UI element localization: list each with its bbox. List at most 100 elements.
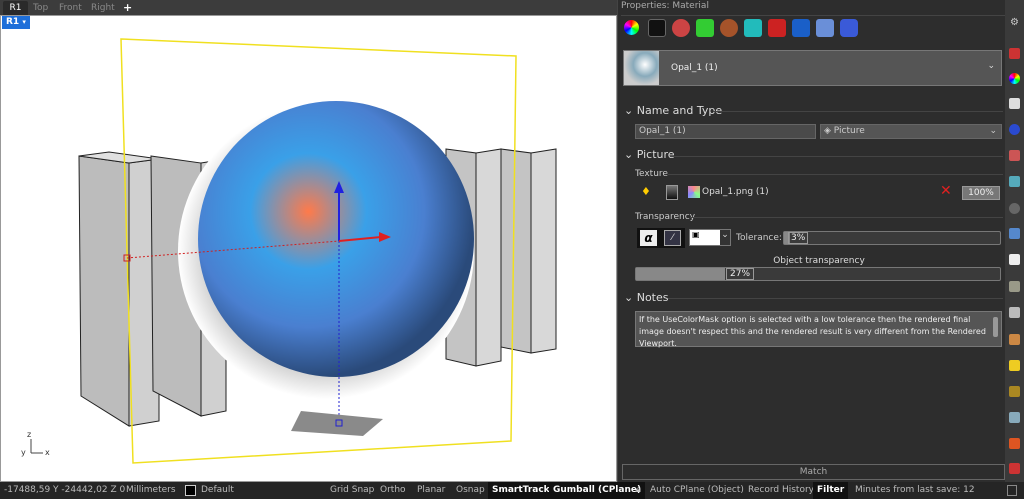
color-wheel-icon[interactable] [624, 20, 639, 35]
environment-icon[interactable] [1009, 124, 1020, 135]
notes-scrollbar[interactable] [993, 317, 998, 337]
render-content-icon[interactable] [672, 19, 690, 37]
osnap-toggle[interactable]: Osnap [452, 482, 489, 499]
document-icon[interactable] [1009, 254, 1020, 265]
section-label: Picture [636, 148, 675, 161]
record-history-toggle[interactable]: Record History [744, 482, 818, 499]
notes-text: If the UseColorMask option is selected w… [639, 315, 986, 348]
gear-icon[interactable]: ⚙ [1010, 17, 1019, 28]
object-transparency-slider[interactable]: 27% [635, 267, 1001, 281]
vray-icon[interactable] [792, 19, 810, 37]
tab-right[interactable]: Right [91, 1, 115, 15]
texture-image-icon [688, 186, 700, 198]
add-tab-button[interactable]: + [123, 1, 132, 15]
viewport-label: R1 [6, 17, 20, 27]
transparency-mode-group: α ⁄ [637, 228, 685, 248]
lock-icon[interactable]: 🔒︎ [636, 482, 641, 499]
tool-icon[interactable] [1009, 463, 1020, 474]
material-selector[interactable]: Opal_1 (1) ⌄ [623, 50, 1002, 86]
box-icon[interactable] [816, 19, 834, 37]
texture-slot-icon[interactable] [666, 185, 678, 200]
ortho-toggle[interactable]: Ortho [376, 482, 410, 499]
axis-widget [30, 439, 43, 454]
chart-icon[interactable] [1009, 386, 1020, 397]
picture-header[interactable]: ⌄ Picture [624, 148, 675, 161]
material-thumbnail [624, 51, 659, 85]
tolerance-value: 3% [788, 232, 809, 244]
transparency-label: Transparency [635, 212, 696, 222]
layer-color-swatch[interactable] [185, 485, 196, 496]
image-icon[interactable] [1009, 176, 1020, 187]
notes-textarea[interactable]: If the UseColorMask option is selected w… [635, 311, 1002, 348]
save-status: Minutes from last save: 12 [855, 485, 975, 495]
texture-icon[interactable] [696, 19, 714, 37]
panel-toggle-icon[interactable] [1007, 485, 1017, 496]
opal-sphere [198, 101, 474, 377]
current-layer[interactable]: Default [197, 482, 238, 499]
folder-icon[interactable] [1009, 360, 1020, 371]
planar-toggle[interactable]: Planar [413, 482, 449, 499]
match-button[interactable]: Match [622, 464, 1005, 480]
checker-icon: ▣ [692, 230, 700, 239]
material-panel-icon[interactable] [1009, 48, 1020, 59]
edit-icon[interactable] [1009, 334, 1020, 345]
type-value: Picture [833, 126, 865, 136]
type-dropdown[interactable]: ◈ Picture ⌄ [820, 124, 1002, 139]
smarttrack-toggle[interactable]: SmartTrack [488, 482, 554, 499]
picture-type-icon: ◈ [824, 126, 831, 136]
filter-toggle[interactable]: Filter [813, 482, 849, 499]
remove-texture-icon[interactable]: ✕ [940, 183, 952, 199]
gumball-toggle[interactable]: Gumball (CPlane) [549, 482, 646, 499]
properties-panel: Properties: Material Opal_1 (1) ⌄ ⌄ Name… [617, 0, 1005, 482]
panel-tab-strip: ⚙ [1005, 0, 1024, 482]
layers-icon[interactable] [1009, 150, 1020, 161]
auto-cplane-toggle[interactable]: Auto CPlane (Object) [646, 482, 748, 499]
chevron-down-icon: ▾ [22, 18, 26, 26]
texture-label: Texture [635, 169, 668, 179]
bug-icon[interactable] [1009, 438, 1020, 449]
texture-file[interactable]: Opal_1.png (1) [702, 187, 769, 197]
tolerance-slider[interactable]: 3% [783, 231, 1001, 245]
color-panel-icon[interactable] [1009, 73, 1020, 84]
alpha-icon[interactable]: α [640, 230, 657, 246]
mask-color-dropdown[interactable]: ▣ ⌄ [689, 229, 731, 246]
object-transparency-label: Object transparency [773, 256, 865, 266]
status-bar: -17488,59 Y -24442,02 Z 0 Millimeters De… [0, 482, 1024, 499]
section-label: Name and Type [636, 104, 723, 117]
paint-icon[interactable] [648, 19, 666, 37]
viewport-menu-button[interactable]: R1 ▾ [2, 16, 30, 29]
cube-icon[interactable] [744, 19, 762, 37]
chevron-down-icon: ⌄ [720, 230, 730, 245]
viewport-tabs: R1 Top Front Right + [0, 0, 617, 15]
axis-x-label: x [45, 448, 50, 457]
tab-top[interactable]: Top [33, 1, 48, 15]
coordinates: -17488,59 Y -24442,02 Z 0 [4, 485, 126, 495]
name-and-type-header[interactable]: ⌄ Name and Type [624, 104, 722, 117]
camera-icon[interactable] [1009, 203, 1020, 214]
users-icon[interactable] [1009, 228, 1020, 239]
texture-panel-icon[interactable] [1009, 281, 1020, 292]
tab-r1[interactable]: R1 [3, 1, 28, 15]
printer-icon[interactable] [1009, 412, 1020, 423]
display-panel-icon[interactable] [1009, 98, 1020, 109]
chevron-down-icon: ⌄ [987, 61, 995, 71]
viewport-scene [30, 38, 557, 464]
section-label: Notes [636, 291, 669, 304]
name-field[interactable]: Opal_1 (1) [635, 124, 816, 139]
link-icon[interactable] [1009, 307, 1020, 318]
axis-z-label: z [27, 430, 32, 439]
object-transparency-value: 27% [726, 268, 755, 280]
wood-ball-icon[interactable] [720, 19, 738, 37]
axis-y-label: y [21, 448, 26, 457]
material-name: Opal_1 (1) [671, 63, 718, 73]
grid-snap-toggle[interactable]: Grid Snap [326, 482, 378, 499]
texture-amount-field[interactable]: 100% [962, 186, 1000, 200]
light-icon[interactable]: ♦ [641, 185, 653, 199]
viewport[interactable]: z x y [0, 15, 617, 482]
notes-header[interactable]: ⌄ Notes [624, 291, 669, 304]
color-mask-icon[interactable]: ⁄ [664, 230, 681, 246]
red-box-icon[interactable] [768, 19, 786, 37]
units[interactable]: Millimeters [122, 482, 180, 499]
tab-front[interactable]: Front [59, 1, 82, 15]
cylinder-icon[interactable] [840, 19, 858, 37]
